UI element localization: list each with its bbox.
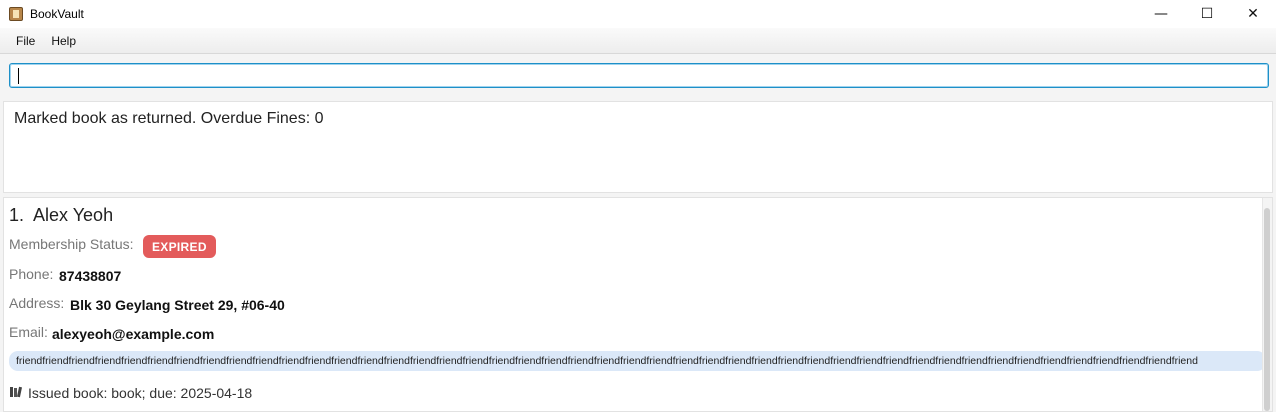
title-bar: BookVault — ☐ ✕ — [0, 0, 1276, 28]
person-index: 1. — [9, 205, 25, 225]
command-input[interactable] — [9, 63, 1269, 88]
menu-help[interactable]: Help — [43, 34, 84, 48]
result-message: Marked book as returned. Overdue Fines: … — [14, 110, 324, 127]
books-icon — [10, 386, 23, 398]
person-name: Alex Yeoh — [33, 205, 114, 225]
address-value: Blk 30 Geylang Street 29, #06-40 — [70, 297, 285, 313]
membership-label: Membership Status: — [9, 236, 134, 252]
membership-status-badge: EXPIRED — [143, 235, 216, 258]
close-button[interactable]: ✕ — [1230, 0, 1276, 28]
phone-label: Phone: — [9, 266, 54, 282]
app-icon — [9, 7, 23, 21]
app-window: BookVault — ☐ ✕ File Help Marked book as… — [0, 0, 1276, 412]
text-caret — [18, 68, 19, 84]
issued-book-text: Issued book: book; due: 2025-04-18 — [28, 385, 253, 401]
scroll-thumb[interactable] — [1264, 208, 1270, 411]
window-controls: — ☐ ✕ — [1138, 0, 1276, 28]
menu-file[interactable]: File — [8, 34, 43, 48]
menu-bar: File Help — [0, 28, 1276, 54]
tag-chip: friendfriendfriendfriendfriendfriendfrie… — [9, 351, 1266, 371]
person-card[interactable]: 1. Alex Yeoh Membership Status: EXPIRED … — [4, 198, 1266, 411]
maximize-button[interactable]: ☐ — [1184, 0, 1230, 28]
address-label: Address: — [9, 295, 65, 311]
person-list[interactable]: 1. Alex Yeoh Membership Status: EXPIRED … — [3, 197, 1273, 412]
minimize-button[interactable]: — — [1138, 0, 1184, 28]
email-value: alexyeoh@example.com — [52, 326, 215, 342]
window-title: BookVault — [30, 7, 84, 21]
email-label: Email: — [9, 324, 48, 340]
list-scrollbar[interactable] — [1262, 198, 1272, 411]
phone-value: 87438807 — [59, 268, 122, 284]
command-area — [0, 54, 1276, 98]
result-display: Marked book as returned. Overdue Fines: … — [3, 101, 1273, 193]
